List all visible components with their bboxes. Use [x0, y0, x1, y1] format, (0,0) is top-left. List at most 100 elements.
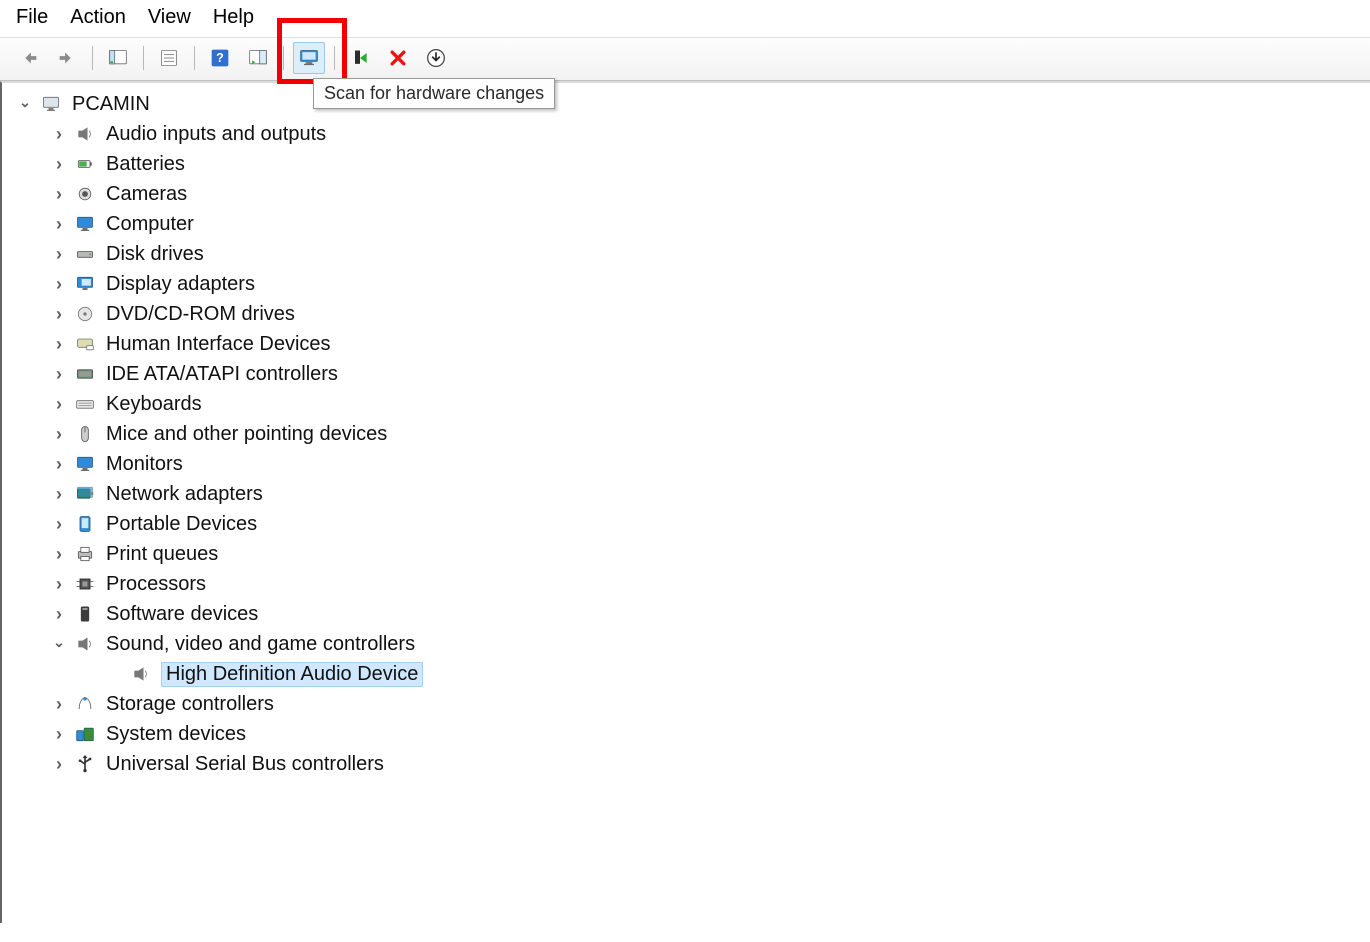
menu-help[interactable]: Help — [213, 6, 254, 29]
show-hide-console-tree-button[interactable] — [102, 42, 134, 74]
toolbar: ? Scan for — [0, 37, 1370, 81]
tree-category-label[interactable]: Sound, video and game controllers — [106, 633, 415, 656]
menu-view[interactable]: View — [148, 6, 191, 29]
tree-category-node[interactable]: Monitors — [6, 449, 1366, 479]
toolbar-separator — [194, 46, 195, 70]
chevron-right-icon[interactable] — [50, 514, 68, 535]
tree-category-node[interactable]: DVD/CD-ROM drives — [6, 299, 1366, 329]
tree-category-node[interactable]: Display adapters — [6, 269, 1366, 299]
tree-category-label[interactable]: Network adapters — [106, 483, 263, 506]
tree-category-label[interactable]: Disk drives — [106, 243, 204, 266]
device-tree[interactable]: PCAMIN Audio inputs and outputs Batteries… — [6, 89, 1366, 779]
tree-category-label[interactable]: Audio inputs and outputs — [106, 123, 326, 146]
tree-root-label[interactable]: PCAMIN — [72, 93, 150, 116]
tree-category-label[interactable]: Keyboards — [106, 393, 202, 416]
computer-root-icon — [40, 93, 62, 115]
tree-category-label[interactable]: Storage controllers — [106, 693, 274, 716]
menu-action[interactable]: Action — [70, 6, 126, 29]
tree-category-label[interactable]: Display adapters — [106, 273, 255, 296]
tree-category-label[interactable]: Mice and other pointing devices — [106, 423, 387, 446]
tree-category-label[interactable]: Batteries — [106, 153, 185, 176]
tree-category-node[interactable]: Sound, video and game controllers — [6, 629, 1366, 659]
tree-category-label[interactable]: Universal Serial Bus controllers — [106, 753, 384, 776]
properties-icon — [159, 48, 179, 68]
arrow-left-icon — [18, 47, 40, 69]
device-tree-pane[interactable]: PCAMIN Audio inputs and outputs Batteries… — [0, 81, 1370, 923]
expand-chevron-icon[interactable] — [16, 96, 34, 113]
hid-icon — [74, 333, 96, 355]
update-driver-button[interactable] — [420, 42, 452, 74]
monitor-scan-icon — [299, 48, 319, 68]
forward-button[interactable] — [51, 42, 83, 74]
tree-category-label[interactable]: Monitors — [106, 453, 183, 476]
speaker-icon — [74, 633, 96, 655]
scan-hardware-button[interactable] — [293, 42, 325, 74]
enable-device-button[interactable] — [344, 42, 376, 74]
chevron-right-icon[interactable] — [50, 334, 68, 355]
chevron-right-icon[interactable] — [50, 574, 68, 595]
tree-category-node[interactable]: Storage controllers — [6, 689, 1366, 719]
chevron-right-icon[interactable] — [50, 124, 68, 145]
tree-category-label[interactable]: DVD/CD-ROM drives — [106, 303, 295, 326]
action-pane-button[interactable] — [242, 42, 274, 74]
tree-category-label[interactable]: System devices — [106, 723, 246, 746]
menu-file[interactable]: File — [16, 6, 48, 29]
netcard-icon — [74, 483, 96, 505]
tree-category-node[interactable]: Disk drives — [6, 239, 1366, 269]
tree-root-node[interactable]: PCAMIN — [6, 89, 1366, 119]
chevron-right-icon[interactable] — [50, 754, 68, 775]
tree-category-node[interactable]: Portable Devices — [6, 509, 1366, 539]
tree-category-label[interactable]: Computer — [106, 213, 194, 236]
tree-category-node[interactable]: Audio inputs and outputs — [6, 119, 1366, 149]
svg-text:?: ? — [216, 51, 224, 65]
tree-category-node[interactable]: Cameras — [6, 179, 1366, 209]
chevron-right-icon[interactable] — [50, 184, 68, 205]
tree-category-label[interactable]: IDE ATA/ATAPI controllers — [106, 363, 338, 386]
tree-category-node[interactable]: Processors — [6, 569, 1366, 599]
chevron-right-icon[interactable] — [50, 304, 68, 325]
chevron-right-icon[interactable] — [50, 424, 68, 445]
tree-category-label[interactable]: Software devices — [106, 603, 258, 626]
tree-category-label[interactable]: Human Interface Devices — [106, 333, 331, 356]
chevron-right-icon[interactable] — [50, 454, 68, 475]
tree-device-node[interactable]: High Definition Audio Device — [6, 659, 1366, 689]
tree-category-label[interactable]: Cameras — [106, 183, 187, 206]
chevron-right-icon[interactable] — [50, 154, 68, 175]
tree-category-node[interactable]: Network adapters — [6, 479, 1366, 509]
toolbar-separator — [143, 46, 144, 70]
chevron-down-icon[interactable] — [50, 636, 68, 653]
chevron-right-icon[interactable] — [50, 724, 68, 745]
tree-category-node[interactable]: Software devices — [6, 599, 1366, 629]
properties-button[interactable] — [153, 42, 185, 74]
chevron-right-icon[interactable] — [50, 544, 68, 565]
tree-category-label[interactable]: Processors — [106, 573, 206, 596]
tree-category-node[interactable]: Computer — [6, 209, 1366, 239]
tree-category-node[interactable]: Batteries — [6, 149, 1366, 179]
tooltip: Scan for hardware changes — [313, 78, 555, 109]
tree-category-label[interactable]: Portable Devices — [106, 513, 257, 536]
chevron-right-icon[interactable] — [50, 364, 68, 385]
tree-category-node[interactable]: System devices — [6, 719, 1366, 749]
chevron-right-icon[interactable] — [50, 394, 68, 415]
tree-category-node[interactable]: Universal Serial Bus controllers — [6, 749, 1366, 779]
usb-icon — [74, 753, 96, 775]
help-icon: ? — [210, 48, 230, 68]
monitor-icon — [74, 453, 96, 475]
chevron-right-icon[interactable] — [50, 484, 68, 505]
tree-category-node[interactable]: Human Interface Devices — [6, 329, 1366, 359]
help-button[interactable]: ? — [204, 42, 236, 74]
speaker-icon — [130, 663, 152, 685]
uninstall-device-button[interactable] — [382, 42, 414, 74]
tree-category-node[interactable]: IDE ATA/ATAPI controllers — [6, 359, 1366, 389]
chevron-right-icon[interactable] — [50, 604, 68, 625]
tree-device-label[interactable]: High Definition Audio Device — [162, 663, 422, 686]
chevron-right-icon[interactable] — [50, 244, 68, 265]
back-button[interactable] — [13, 42, 45, 74]
chevron-right-icon[interactable] — [50, 694, 68, 715]
tree-category-node[interactable]: Keyboards — [6, 389, 1366, 419]
tree-category-node[interactable]: Print queues — [6, 539, 1366, 569]
chevron-right-icon[interactable] — [50, 274, 68, 295]
chevron-right-icon[interactable] — [50, 214, 68, 235]
tree-category-node[interactable]: Mice and other pointing devices — [6, 419, 1366, 449]
tree-category-label[interactable]: Print queues — [106, 543, 218, 566]
